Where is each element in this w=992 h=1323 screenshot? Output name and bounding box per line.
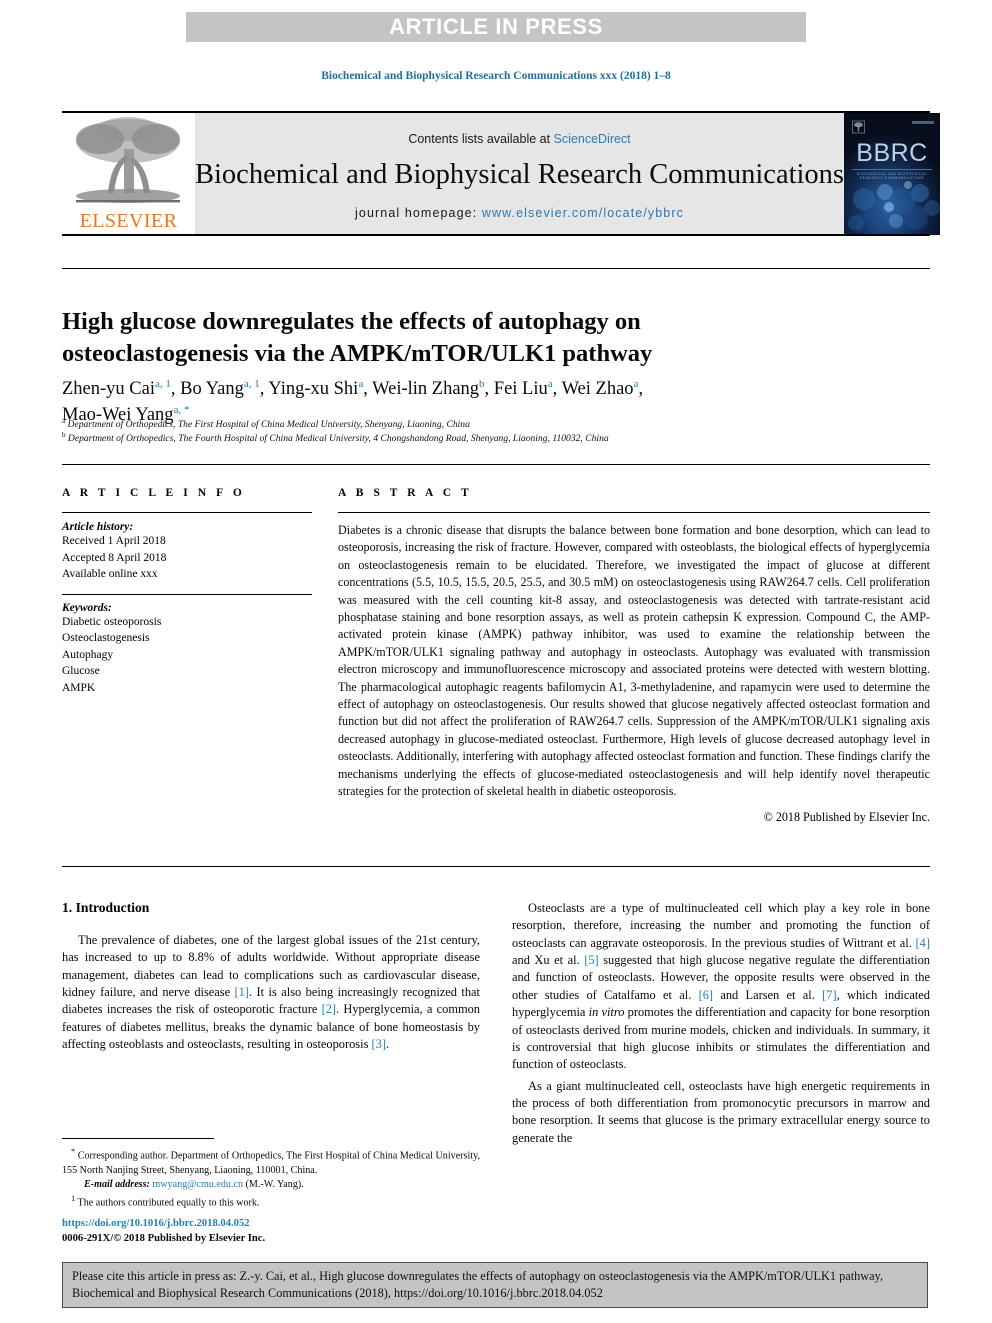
author-mark-2: a: [358, 377, 364, 390]
article-history-received: Received 1 April 2018: [62, 535, 166, 547]
email-footnote: E-mail address: mwyang@cmu.edu.cn (M.-W.…: [62, 1178, 480, 1193]
author-name-5: Wei Zhao: [561, 379, 634, 399]
contents-lists-line: Contents lists available at ScienceDirec…: [408, 132, 630, 146]
citation-ref-6[interactable]: [6]: [699, 988, 713, 1002]
intro-p2-seg4: and Larsen et al.: [713, 987, 823, 1002]
author-name-1: Bo Yang: [180, 379, 244, 399]
bbrc-cover-subtitle: BIOCHEMICAL AND BIOPHYSICAL RESEARCH COM…: [852, 169, 933, 180]
introduction-heading: 1. Introduction: [62, 900, 150, 915]
bbrc-journal-cover: BBRC BIOCHEMICAL AND BIOPHYSICAL RESEARC…: [844, 113, 941, 235]
elsevier-logo: ELSEVIER: [62, 113, 195, 235]
article-history-label: Article history:: [62, 521, 134, 533]
equal-contribution-text: The authors contributed equally to this …: [75, 1197, 260, 1209]
elsevier-wordmark: ELSEVIER: [79, 210, 178, 232]
author-name-2: Ying-xu Shi: [268, 379, 359, 399]
author-mark-4: a: [547, 377, 553, 390]
citation-ref-4[interactable]: [4]: [916, 936, 930, 950]
elsevier-tree-icon: [76, 117, 180, 203]
doi-block: https://doi.org/10.1016/j.bbrc.2018.04.0…: [62, 1216, 492, 1246]
intro-p2-seg2: and Xu et al.: [512, 953, 585, 968]
citation-ref-1[interactable]: [1]: [235, 985, 249, 999]
keyword-item: Glucose: [62, 665, 100, 678]
footnotes-block: * Corresponding author. Department of Or…: [62, 1146, 480, 1211]
bbrc-elsevier-tree-icon: [852, 120, 865, 134]
article-in-press-banner: ARTICLE IN PRESS: [186, 12, 806, 42]
footnote-separator-rule: [62, 1138, 214, 1139]
journal-homepage-url[interactable]: www.elsevier.com/locate/ybbrc: [482, 206, 684, 220]
equal-contribution-footnote: 1 The authors contributed equally to thi…: [62, 1193, 480, 1211]
journal-masthead: ELSEVIER Contents lists available at Sci…: [62, 111, 941, 235]
email-address-link[interactable]: mwyang@cmu.edu.cn: [152, 1179, 243, 1190]
keyword-item: AMPK: [62, 681, 96, 694]
author-name-3: Wei-lin Zhang: [372, 379, 480, 399]
author-mark-3: b: [479, 377, 485, 390]
bbrc-cover-corner-mark: [912, 121, 935, 124]
abstract-bottom-rule: [62, 866, 930, 867]
keywords-rule: [62, 593, 312, 595]
introduction-paragraph-3: As a giant multinucleated cell, osteocla…: [512, 1078, 930, 1145]
journal-homepage-line: journal homepage: www.elsevier.com/locat…: [355, 206, 684, 220]
title-area-top-rule: [62, 268, 930, 269]
affiliation-a-mark: a: [62, 417, 66, 425]
abstract-copyright: © 2018 Published by Elsevier Inc.: [763, 809, 930, 824]
intro-p2-invitro: in vitro: [588, 1005, 625, 1020]
abstract-area-top-rule: [62, 464, 930, 465]
affiliation-a-text: Department of Orthopedics, The First Hos…: [67, 419, 470, 431]
corresponding-author-footnote: * Corresponding author. Department of Or…: [62, 1146, 480, 1178]
intro-p2-seg1: Osteoclasts are a type of multinucleated…: [512, 901, 930, 950]
issn-copyright-line: 0006-291X/© 2018 Published by Elsevier I…: [62, 1233, 266, 1245]
article-info-panel: A R T I C L E I N F O Article history: R…: [62, 487, 312, 696]
body-column-left: 1. Introduction The prevalence of diabet…: [62, 900, 480, 1058]
author-mark-0: a, 1: [155, 377, 171, 390]
journal-title: Biochemical and Biophysical Research Com…: [195, 159, 845, 190]
affiliation-b: b Department of Orthopedics, The Fourth …: [62, 430, 922, 447]
abstract-heading: A B S T R A C T: [338, 487, 473, 499]
sciencedirect-link[interactable]: ScienceDirect: [554, 132, 631, 146]
article-history-available: Available online xxx: [62, 568, 158, 581]
abstract-rule: [338, 512, 930, 513]
citation-footer-text: Please cite this article in press as: Z.…: [72, 1268, 884, 1300]
keyword-item: Osteoclastogenesis: [62, 632, 150, 645]
journal-homepage-label: journal homepage:: [355, 206, 482, 220]
email-label: E-mail address:: [84, 1179, 150, 1191]
affiliation-b-mark: b: [62, 431, 66, 439]
citation-footer-box: Please cite this article in press as: Z.…: [62, 1262, 928, 1308]
keyword-item: Autophagy: [62, 648, 114, 661]
journal-running-head: Biochemical and Biophysical Research Com…: [321, 70, 671, 82]
corresponding-author-text: Corresponding author. Department of Orth…: [62, 1150, 480, 1176]
introduction-paragraph-1: The prevalence of diabetes, one of the l…: [62, 932, 480, 1054]
keywords-label: Keywords:: [62, 601, 112, 614]
page-title: High glucose downregulates the effects o…: [62, 308, 653, 368]
abstract-body: Diabetes is a chronic disease that disru…: [338, 523, 930, 799]
body-column-right: Osteoclasts are a type of multinucleated…: [512, 900, 930, 1151]
email-suffix: (M.-W. Yang).: [243, 1179, 304, 1191]
affiliation-b-text: Department of Orthopedics, The Fourth Ho…: [67, 433, 609, 445]
citation-ref-7[interactable]: [7]: [822, 988, 836, 1002]
citation-ref-5[interactable]: [5]: [584, 953, 598, 967]
article-info-rule: [62, 512, 312, 513]
abstract-panel: A B S T R A C T Diabetes is a chronic di…: [338, 487, 930, 825]
masthead-bottom-rule: [62, 234, 930, 236]
article-info-heading: A R T I C L E I N F O: [62, 487, 246, 499]
author-mark-5: a: [633, 377, 639, 390]
doi-link[interactable]: https://doi.org/10.1016/j.bbrc.2018.04.0…: [62, 1216, 492, 1231]
author-name-4: Fei Liu: [493, 379, 548, 399]
author-mark-6: a, *: [173, 404, 190, 417]
author-name-0: Zhen-yu Cai: [62, 379, 155, 399]
author-mark-1: a, 1: [243, 377, 260, 390]
article-history-accepted: Accepted 8 April 2018: [62, 551, 167, 564]
intro-p1-seg4: .: [385, 1037, 390, 1052]
keyword-item: Diabetic osteoporosis: [62, 615, 162, 628]
introduction-paragraph-2: Osteoclasts are a type of multinucleated…: [512, 900, 930, 1074]
journal-header-center: Contents lists available at ScienceDirec…: [195, 113, 845, 235]
contents-lists-prefix: Contents lists available at: [408, 132, 554, 146]
bbrc-cover-title: BBRC: [856, 139, 928, 167]
citation-ref-3[interactable]: [3]: [372, 1037, 386, 1051]
citation-ref-2[interactable]: [2]: [322, 1002, 336, 1016]
article-in-press-label: ARTICLE IN PRESS: [389, 14, 603, 39]
